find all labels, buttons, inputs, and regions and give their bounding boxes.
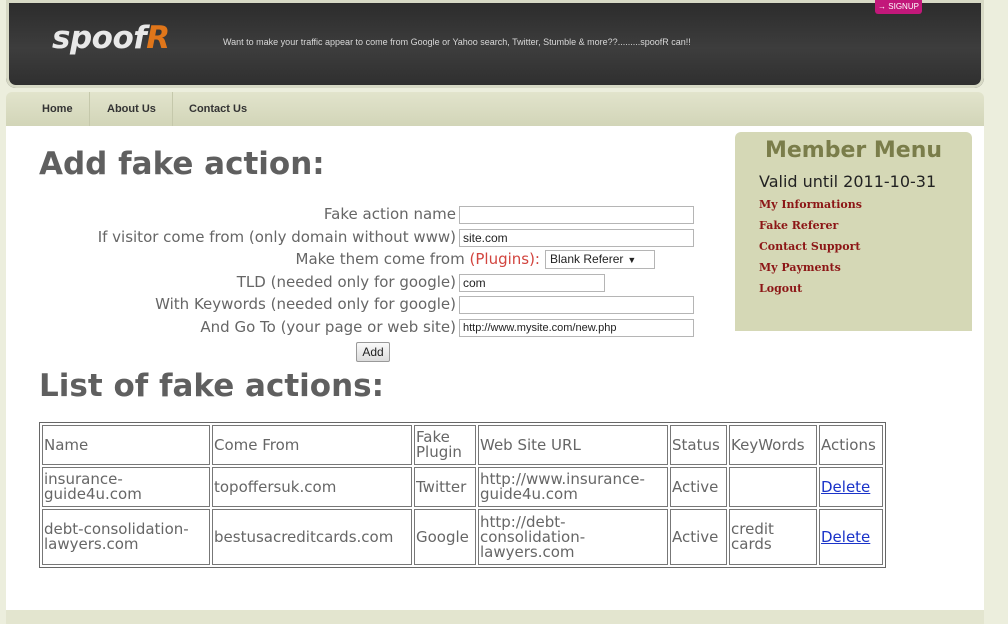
footer-strip bbox=[6, 610, 984, 624]
site-tagline: Want to make your traffic appear to come… bbox=[223, 37, 691, 47]
form-row-name: Fake action name bbox=[0, 205, 456, 227]
cell-actions: Delete bbox=[819, 467, 883, 507]
member-link-my-payments[interactable]: My Payments bbox=[759, 261, 841, 274]
come-from-domain-input[interactable]: site.com bbox=[459, 229, 694, 247]
add-button[interactable]: Add bbox=[356, 342, 390, 362]
fake-actions-table: Name Come From Fake Plugin Web Site URL … bbox=[39, 422, 886, 568]
cell-status: Active bbox=[670, 509, 727, 565]
column-header-status: Status bbox=[670, 425, 727, 465]
cell-url: http://www.insurance-guide4u.com bbox=[478, 467, 668, 507]
nav-home[interactable]: Home bbox=[26, 92, 90, 126]
form-row-domain: If visitor come from (only domain withou… bbox=[0, 228, 456, 250]
tld-input[interactable]: com bbox=[459, 274, 605, 292]
cell-plugin: Google bbox=[414, 509, 476, 565]
add-action-title: Add fake action: bbox=[39, 146, 325, 182]
chevron-down-icon: ▼ bbox=[627, 255, 637, 265]
keywords-input[interactable] bbox=[459, 296, 694, 314]
field-label: TLD (needed only for google) bbox=[236, 273, 456, 291]
fake-action-name-input[interactable] bbox=[459, 206, 694, 224]
column-header-come-from: Come From bbox=[212, 425, 412, 465]
signup-button[interactable]: → SIGNUP bbox=[875, 0, 922, 14]
site-header: spoofR Want to make your traffic appear … bbox=[6, 0, 984, 88]
table-header-row: Name Come From Fake Plugin Web Site URL … bbox=[42, 425, 883, 465]
column-header-url: Web Site URL bbox=[478, 425, 668, 465]
cell-status: Active bbox=[670, 467, 727, 507]
cell-actions: Delete bbox=[819, 509, 883, 565]
cell-url: http://debt-consolidation-lawyers.com bbox=[478, 509, 668, 565]
membership-validity: Valid until 2011-10-31 bbox=[759, 172, 937, 191]
delete-link[interactable]: Delete bbox=[821, 478, 870, 496]
column-header-fake-plugin: Fake Plugin bbox=[414, 425, 476, 465]
field-label: And Go To (your page or web site) bbox=[200, 318, 456, 336]
member-menu-title: Member Menu bbox=[764, 138, 943, 163]
form-row-goto: And Go To (your page or web site) bbox=[0, 318, 456, 340]
site-logo[interactable]: spoofR bbox=[52, 20, 170, 56]
table-row: insurance-guide4u.com topoffersuk.com Tw… bbox=[42, 467, 883, 507]
member-link-my-informations[interactable]: My Informations bbox=[759, 198, 862, 211]
delete-link[interactable]: Delete bbox=[821, 528, 870, 546]
table-row: debt-consolidation-lawyers.com bestusacr… bbox=[42, 509, 883, 565]
cell-come-from: bestusacreditcards.com bbox=[212, 509, 412, 565]
member-menu: Member Menu Valid until 2011-10-31 My In… bbox=[735, 132, 972, 331]
plugin-select[interactable]: Blank Referer ▼ bbox=[545, 250, 655, 269]
field-label: Make them come from (Plugins): bbox=[295, 250, 541, 268]
cell-keywords bbox=[729, 467, 817, 507]
member-link-contact-support[interactable]: Contact Support bbox=[759, 240, 860, 253]
goto-url-input[interactable]: http://www.mysite.com/new.php bbox=[459, 319, 694, 337]
main-nav: Home About Us Contact Us bbox=[6, 92, 984, 126]
cell-name: debt-consolidation-lawyers.com bbox=[42, 509, 210, 565]
member-link-logout[interactable]: Logout bbox=[759, 282, 802, 295]
form-row-plugin: Make them come from (Plugins): bbox=[0, 250, 541, 272]
plugins-label[interactable]: (Plugins): bbox=[470, 250, 541, 268]
column-header-actions: Actions bbox=[819, 425, 883, 465]
cell-come-from: topoffersuk.com bbox=[212, 467, 412, 507]
form-row-tld: TLD (needed only for google) bbox=[0, 273, 456, 295]
field-label: If visitor come from (only domain withou… bbox=[97, 228, 456, 246]
column-header-keywords: KeyWords bbox=[729, 425, 817, 465]
cell-keywords: credit cards bbox=[729, 509, 817, 565]
field-label: Fake action name bbox=[323, 205, 456, 223]
cell-name: insurance-guide4u.com bbox=[42, 467, 210, 507]
column-header-name: Name bbox=[42, 425, 210, 465]
field-label: With Keywords (needed only for google) bbox=[155, 295, 456, 313]
member-link-fake-referer[interactable]: Fake Referer bbox=[759, 219, 838, 232]
form-row-keywords: With Keywords (needed only for google) bbox=[0, 295, 456, 317]
nav-contact-us[interactable]: Contact Us bbox=[173, 92, 263, 126]
list-title: List of fake actions: bbox=[39, 368, 384, 404]
nav-about-us[interactable]: About Us bbox=[91, 92, 173, 126]
cell-plugin: Twitter bbox=[414, 467, 476, 507]
